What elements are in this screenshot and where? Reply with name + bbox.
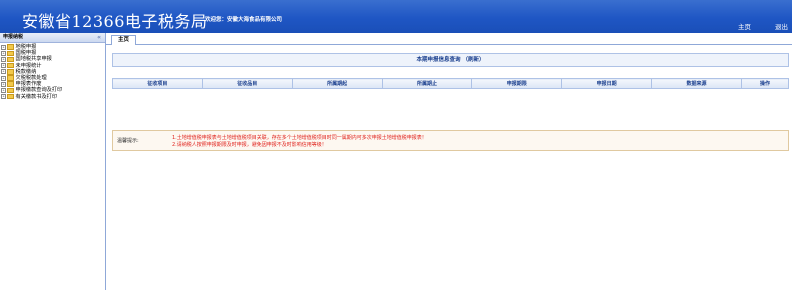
- folder-icon: [7, 75, 14, 81]
- tip-line-2: 2.请纳税人按照申报期限及时申报，避免因申报不及时影响信用等级！: [172, 142, 327, 148]
- expand-plus-icon[interactable]: +: [1, 94, 6, 100]
- query-title: 本期申报信息查询: [416, 57, 461, 63]
- tip-line-1: 1.土地增值税申报表与土地增值税项目关联，存在多个土地增值税项目时同一属期内可多…: [172, 135, 427, 141]
- tree-item-label: 有关缴款书及打印: [15, 93, 58, 100]
- folder-icon: [7, 81, 14, 87]
- column-header: 所属期起: [291, 78, 383, 89]
- tips-box: 温馨提示: 1.土地增值税申报表与土地增值税项目关联，存在多个土地增值税项目时同…: [112, 130, 789, 151]
- folder-icon: [7, 56, 14, 63]
- expand-plus-icon[interactable]: +: [1, 56, 6, 62]
- table-header-row: 征收项目 征收品目 所属期起 所属期止 申报期限 申报日期 数据来源 操作: [112, 78, 790, 89]
- column-header: 征收项目: [112, 78, 203, 89]
- column-header: 所属期止: [381, 78, 473, 89]
- collapse-icon[interactable]: «: [97, 33, 101, 42]
- tab-bar: 主页: [106, 33, 792, 45]
- expand-plus-icon[interactable]: +: [1, 50, 6, 56]
- folder-icon: [7, 50, 14, 57]
- query-header: 本期申报信息查询 （刷新）: [112, 53, 789, 67]
- column-header: 征收品目: [201, 78, 293, 89]
- folder-icon: [7, 44, 14, 50]
- expand-plus-icon[interactable]: +: [1, 75, 6, 81]
- column-header: 操作: [740, 78, 790, 89]
- logout-link[interactable]: 退出: [775, 21, 788, 31]
- main-panel: 主页 本期申报信息查询 （刷新） 征收项目 征收品目 所属期起 所属期止 申报期…: [106, 33, 792, 290]
- sidebar: 申报纳税 « + 地税申报 + 国税申报 + 国地税共享申报 + 未申报统计 + 税款缴纳…: [0, 33, 106, 290]
- folder-icon: [7, 69, 14, 75]
- expand-plus-icon[interactable]: +: [1, 69, 6, 75]
- app-title: 安徽省12366电子税务局: [22, 12, 208, 31]
- folder-icon: [7, 93, 14, 100]
- folder-icon: [7, 87, 14, 94]
- expand-plus-icon[interactable]: +: [1, 81, 6, 87]
- expand-plus-icon[interactable]: +: [1, 44, 6, 50]
- sidebar-header: 申报纳税 «: [0, 33, 105, 43]
- tree-item-jiaokuanshu-dayin[interactable]: + 有关缴款书及打印: [1, 94, 105, 100]
- tab-home[interactable]: 主页: [111, 35, 137, 45]
- sidebar-title: 申报纳税: [3, 34, 24, 40]
- header-bar: 安徽省12366电子税务局 欢迎您：安徽大海食品有限公司 主页 退出: [0, 0, 792, 33]
- declaration-table: 征收项目 征收品目 所属期起 所属期止 申报期限 申报日期 数据来源 操作: [112, 78, 790, 89]
- tips-label: 温馨提示:: [117, 138, 139, 144]
- home-link[interactable]: 主页: [738, 21, 751, 31]
- nav-tree: + 地税申报 + 国税申报 + 国地税共享申报 + 未申报统计 + 税款缴纳 + 欠税税款处…: [0, 43, 105, 100]
- column-header: 数据来源: [651, 78, 742, 89]
- folder-icon: [7, 62, 14, 69]
- expand-plus-icon[interactable]: +: [1, 87, 6, 93]
- column-header: 申报期限: [471, 78, 563, 89]
- refresh-link[interactable]: （刷新）: [462, 57, 484, 63]
- column-header: 申报日期: [561, 78, 653, 89]
- welcome-text: 欢迎您：安徽大海食品有限公司: [205, 17, 283, 23]
- expand-plus-icon[interactable]: +: [1, 63, 6, 69]
